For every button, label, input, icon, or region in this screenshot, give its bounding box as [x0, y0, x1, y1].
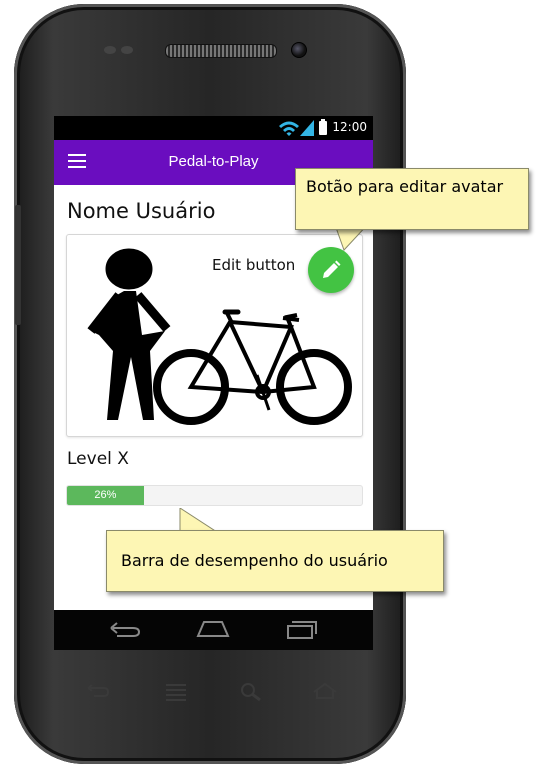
- signal-icon: [300, 120, 314, 136]
- recents-icon[interactable]: [286, 618, 318, 640]
- wifi-icon: [279, 121, 299, 136]
- back-icon[interactable]: [86, 684, 110, 698]
- pencil-icon: [323, 260, 341, 278]
- progress-fill: 26%: [67, 486, 144, 505]
- edit-avatar-button[interactable]: [308, 247, 354, 293]
- home-icon[interactable]: [312, 682, 338, 700]
- earpiece-speaker: [165, 44, 277, 58]
- proximity-sensor: [104, 46, 116, 54]
- volume-button: [15, 205, 21, 325]
- navigation-bar: [54, 610, 373, 650]
- level-label: Level X: [67, 449, 129, 469]
- menu-icon[interactable]: [164, 682, 188, 702]
- back-icon[interactable]: [109, 622, 141, 638]
- performance-progress-bar: 26%: [66, 485, 363, 506]
- battery-icon: [319, 119, 327, 135]
- bicycle-avatar: [153, 309, 352, 425]
- performance-bar-callout: Barra de desempenho do usuário: [106, 530, 444, 592]
- search-icon[interactable]: [240, 682, 262, 702]
- hardware-keys: [54, 676, 374, 706]
- home-icon[interactable]: [196, 620, 230, 638]
- avatar-card: Edit button: [66, 234, 363, 437]
- performance-bar-callout-text: Barra de desempenho do usuário: [121, 551, 388, 570]
- edit-avatar-callout-text: Botão para editar avatar: [306, 177, 504, 196]
- user-name: Nome Usuário: [67, 199, 216, 223]
- status-time: 12:00: [332, 120, 367, 134]
- edit-avatar-callout: Botão para editar avatar: [295, 168, 529, 230]
- status-bar: 12:00: [54, 116, 373, 140]
- front-camera: [291, 42, 307, 58]
- edit-button-label: Edit button: [212, 256, 296, 274]
- light-sensor: [121, 46, 133, 54]
